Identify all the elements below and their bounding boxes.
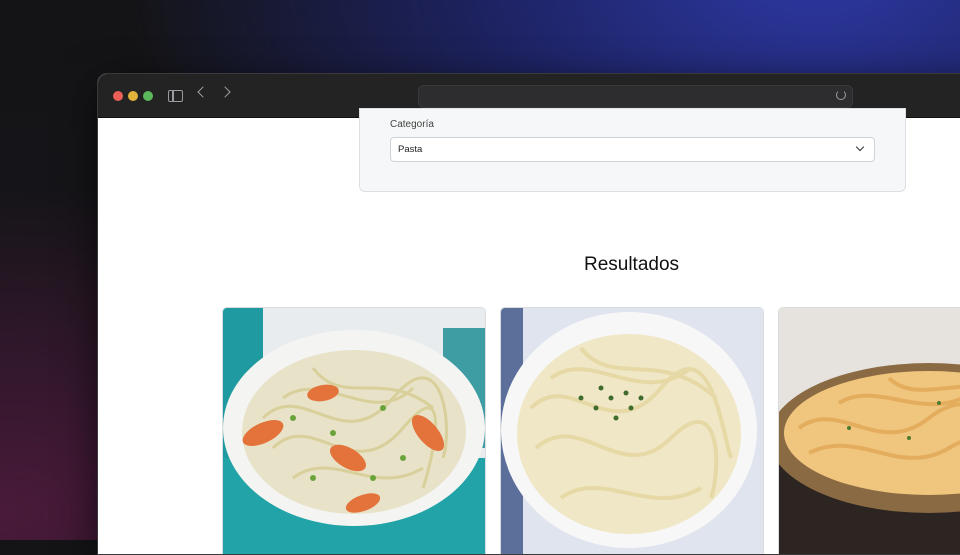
maximize-window-button[interactable]	[143, 91, 153, 101]
back-arrow-icon[interactable]	[197, 86, 209, 98]
close-window-button[interactable]	[113, 91, 123, 101]
filter-panel: Categoría Pasta	[359, 108, 906, 192]
address-bar[interactable]	[418, 85, 853, 108]
browser-window: Categoría Pasta Resultados	[97, 73, 960, 555]
page-content: Categoría Pasta Resultados	[98, 108, 960, 554]
sidebar-toggle-icon[interactable]	[168, 90, 183, 102]
forward-arrow-icon[interactable]	[219, 86, 231, 98]
category-select-value: Pasta	[398, 144, 423, 155]
fettuccine-alfredo-photo	[501, 308, 763, 554]
result-card[interactable]	[222, 307, 486, 554]
creamy-pasta-photo	[779, 308, 960, 554]
results-heading: Resultados	[583, 254, 680, 275]
result-card[interactable]	[500, 307, 764, 554]
category-select[interactable]: Pasta	[390, 137, 875, 162]
minimize-window-button[interactable]	[128, 91, 138, 101]
category-label: Categoría	[390, 119, 434, 130]
chevron-down-icon	[855, 142, 865, 152]
result-card[interactable]	[778, 307, 960, 554]
shrimp-linguine-photo	[223, 308, 485, 554]
reload-icon[interactable]	[836, 90, 846, 100]
